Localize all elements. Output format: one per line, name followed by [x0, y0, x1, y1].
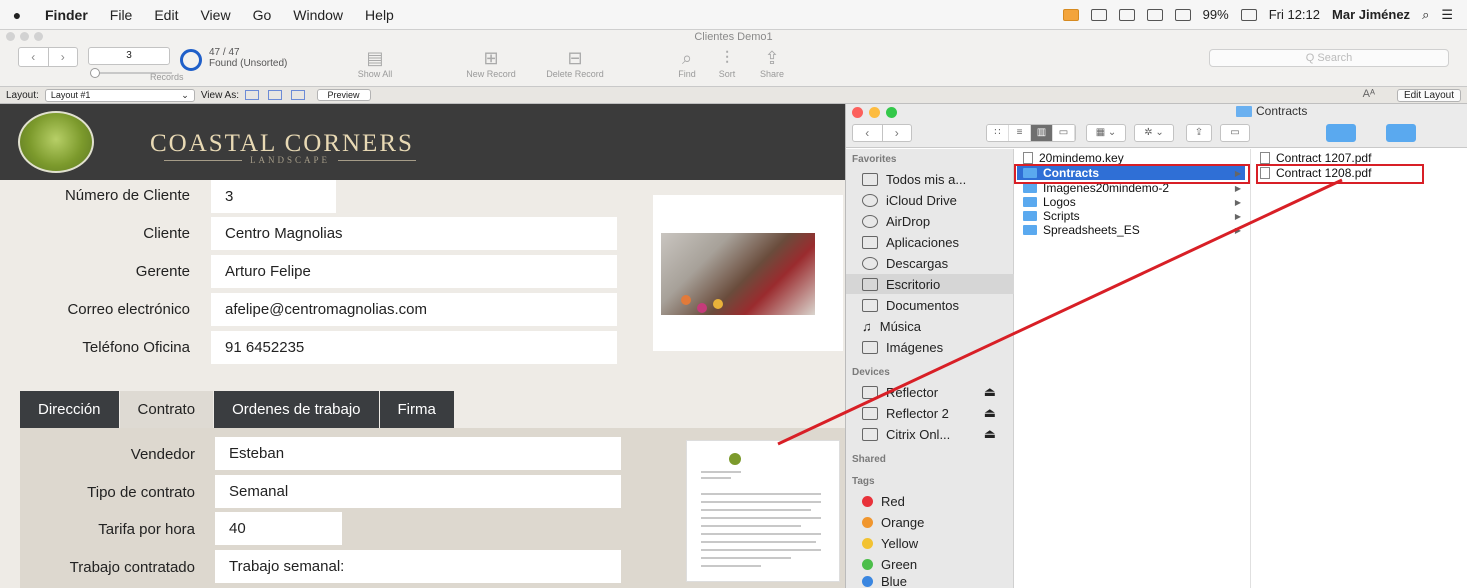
drag-annotation	[777, 178, 1343, 446]
drag-arrow-line	[777, 178, 1343, 446]
